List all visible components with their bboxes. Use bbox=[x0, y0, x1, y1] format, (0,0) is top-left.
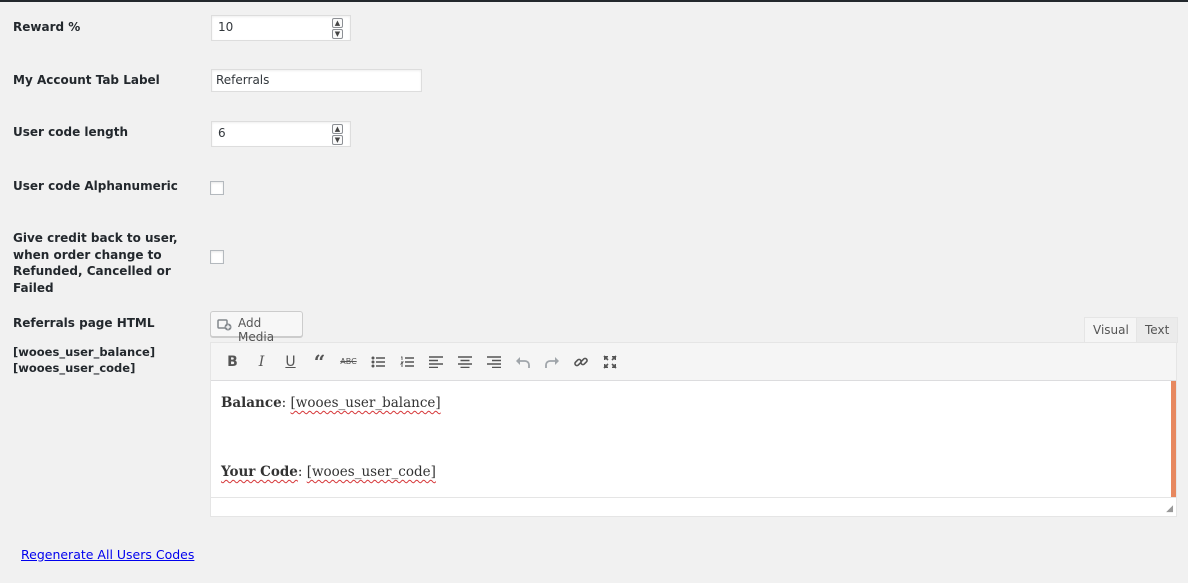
stepper-up-icon[interactable]: ▲ bbox=[332, 18, 343, 28]
code-shortcode: [wooes_user_code] bbox=[306, 464, 436, 480]
shortcode-user-code: [wooes_user_code] bbox=[13, 361, 136, 375]
tab-label-label: My Account Tab Label bbox=[13, 73, 160, 87]
code-line: Your Code: [wooes_user_code] bbox=[221, 464, 1166, 480]
bullet-list-icon[interactable] bbox=[363, 348, 392, 376]
editor-content[interactable]: Balance: [wooes_user_balance] Your Code:… bbox=[211, 381, 1176, 497]
blockquote-icon[interactable]: “ bbox=[305, 348, 334, 376]
underline-icon[interactable]: U bbox=[276, 348, 305, 376]
tab-text[interactable]: Text bbox=[1136, 317, 1179, 343]
balance-shortcode: [wooes_user_balance] bbox=[290, 395, 441, 411]
tab-label-value: Referrals bbox=[216, 73, 270, 87]
media-icon bbox=[217, 317, 233, 333]
tab-text-label: Text bbox=[1145, 323, 1170, 337]
reward-stepper[interactable]: ▲ ▼ bbox=[332, 18, 344, 40]
balance-separator: : bbox=[281, 395, 291, 411]
your-code-bold: Your Code bbox=[221, 464, 298, 480]
code-length-input[interactable]: 6 ▲ ▼ bbox=[211, 121, 351, 147]
editor-statusbar: ◢ bbox=[211, 497, 1176, 516]
code-separator: : bbox=[297, 464, 307, 480]
regenerate-codes-link[interactable]: Regenerate All Users Codes bbox=[21, 547, 194, 562]
editor-scrollbar[interactable] bbox=[1171, 381, 1176, 497]
reward-input[interactable]: 10 ▲ ▼ bbox=[211, 15, 351, 41]
undo-icon[interactable] bbox=[508, 348, 537, 376]
shortcode-balance: [wooes_user_balance] bbox=[13, 345, 156, 359]
give-credit-label: Give credit back to user, when order cha… bbox=[13, 231, 178, 295]
align-right-icon[interactable] bbox=[479, 348, 508, 376]
bold-icon[interactable]: B bbox=[218, 348, 247, 376]
tab-visual-label: Visual bbox=[1093, 323, 1129, 337]
html-editor: B I U “ ABC Balance: [wooes_user_balance… bbox=[210, 342, 1177, 517]
balance-bold: Balance bbox=[221, 395, 282, 411]
balance-line: Balance: [wooes_user_balance] bbox=[221, 395, 1166, 411]
strikethrough-icon[interactable]: ABC bbox=[334, 348, 363, 376]
reward-label: Reward % bbox=[13, 20, 81, 34]
add-media-button[interactable]: Add Media bbox=[210, 311, 303, 344]
resize-handle-icon[interactable]: ◢ bbox=[1166, 504, 1173, 514]
referrals-html-label: Referrals page HTML bbox=[13, 316, 155, 330]
tab-label-input[interactable]: Referrals bbox=[211, 69, 422, 92]
align-left-icon[interactable] bbox=[421, 348, 450, 376]
code-length-value: 6 bbox=[218, 126, 226, 140]
stepper-down-icon[interactable]: ▼ bbox=[332, 29, 343, 39]
alphanumeric-label: User code Alphanumeric bbox=[13, 179, 178, 193]
stepper-down-icon[interactable]: ▼ bbox=[332, 135, 343, 145]
editor-toolbar: B I U “ ABC bbox=[211, 343, 1176, 381]
code-length-stepper[interactable]: ▲ ▼ bbox=[332, 124, 344, 146]
fullscreen-icon[interactable] bbox=[595, 348, 624, 376]
stepper-up-icon[interactable]: ▲ bbox=[332, 124, 343, 134]
reward-value: 10 bbox=[218, 20, 234, 34]
tab-visual[interactable]: Visual bbox=[1084, 317, 1138, 343]
numbered-list-icon[interactable] bbox=[392, 348, 421, 376]
align-center-icon[interactable] bbox=[450, 348, 479, 376]
alphanumeric-checkbox[interactable] bbox=[210, 181, 224, 195]
give-credit-checkbox[interactable] bbox=[210, 250, 224, 264]
italic-icon[interactable]: I bbox=[247, 348, 276, 376]
add-media-label: Add Media bbox=[238, 316, 275, 344]
link-icon[interactable] bbox=[566, 348, 595, 376]
redo-icon[interactable] bbox=[537, 348, 566, 376]
code-length-label: User code length bbox=[13, 125, 129, 139]
